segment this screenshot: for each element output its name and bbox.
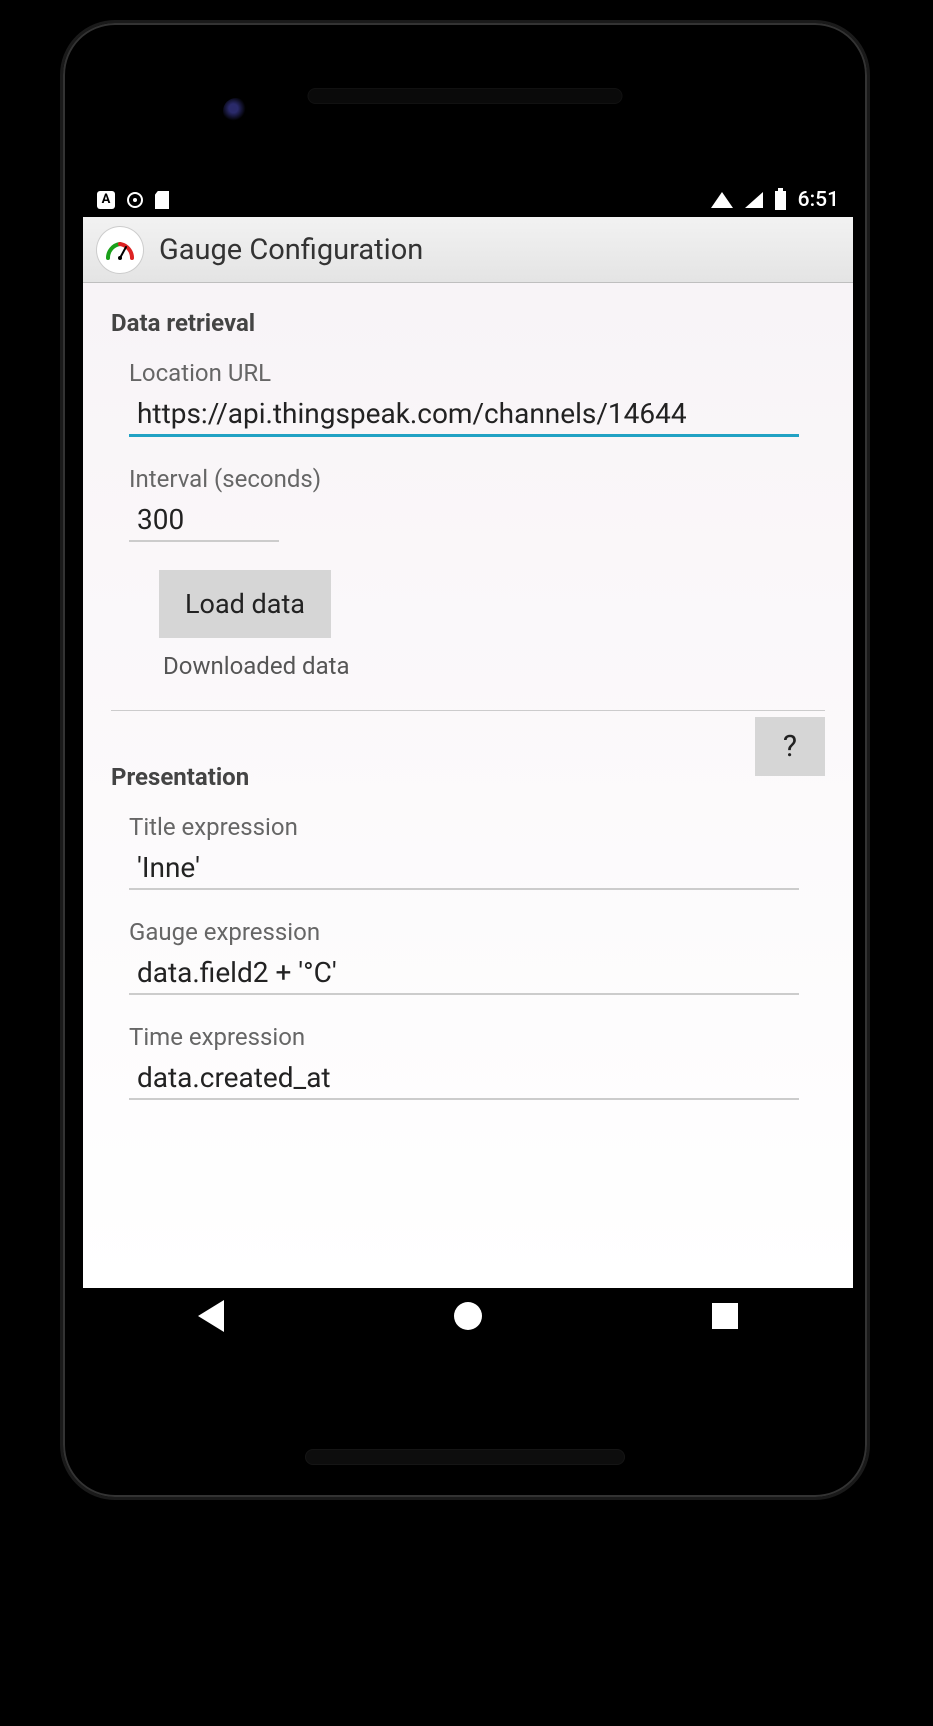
content-area: Data retrieval Location URL Interval (se…	[83, 283, 853, 1288]
battery-icon	[775, 191, 786, 210]
statusbar-indicator-icon	[127, 192, 143, 208]
cell-signal-icon	[745, 192, 763, 208]
statusbar-sdcard-icon	[155, 191, 169, 209]
load-data-button[interactable]: Load data	[159, 570, 331, 638]
statusbar-app-icon: A	[97, 191, 115, 209]
nav-back-icon[interactable]	[198, 1300, 224, 1332]
section-divider	[111, 710, 825, 711]
app-title: Gauge Configuration	[159, 233, 423, 267]
nav-recent-icon[interactable]	[712, 1303, 738, 1329]
section-header-data-retrieval: Data retrieval	[111, 309, 825, 337]
phone-camera	[223, 98, 249, 124]
phone-frame: A 6:51 Gauge Configur	[60, 20, 870, 1500]
app-icon	[97, 227, 143, 273]
interval-input[interactable]	[129, 499, 279, 542]
gauge-expression-input[interactable]	[129, 952, 799, 995]
wifi-icon	[711, 192, 733, 208]
navigation-bar	[83, 1288, 853, 1343]
help-button[interactable]: ?	[755, 717, 825, 776]
clock-text: 6:51	[798, 188, 839, 212]
phone-side-button	[868, 393, 870, 503]
title-expression-label: Title expression	[129, 813, 825, 841]
load-status-text: Downloaded data	[163, 652, 825, 680]
time-expression-input[interactable]	[129, 1057, 799, 1100]
phone-speaker	[308, 88, 623, 104]
interval-label: Interval (seconds)	[129, 465, 825, 493]
location-url-input[interactable]	[129, 393, 799, 437]
phone-side-button	[868, 523, 870, 723]
nav-home-icon[interactable]	[454, 1302, 482, 1330]
location-url-label: Location URL	[129, 359, 825, 387]
phone-chin-slot	[305, 1449, 625, 1465]
status-bar: A 6:51	[83, 183, 853, 217]
app-bar: Gauge Configuration	[83, 217, 853, 283]
title-expression-input[interactable]	[129, 847, 799, 890]
gauge-expression-label: Gauge expression	[129, 918, 825, 946]
time-expression-label: Time expression	[129, 1023, 825, 1051]
screen: A 6:51 Gauge Configur	[83, 183, 853, 1343]
